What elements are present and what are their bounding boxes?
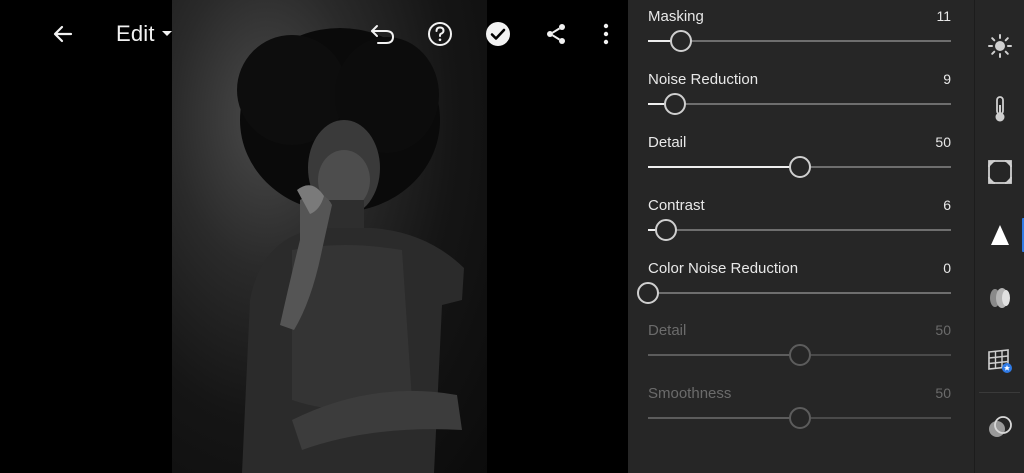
slider-thumb: [788, 407, 811, 429]
optics-icon: [990, 288, 1010, 308]
detail-icon: [991, 225, 1009, 245]
slider-thumb[interactable]: [670, 30, 693, 52]
slider-thumb[interactable]: [664, 93, 687, 115]
slider-value: 50: [935, 385, 951, 401]
slider-value[interactable]: 50: [935, 134, 951, 150]
slider-value[interactable]: 6: [943, 197, 951, 213]
more-vertical-icon: [603, 23, 609, 45]
tool-geometry[interactable]: [975, 336, 1024, 386]
slider-fill: [648, 354, 800, 356]
slider-label: Noise Reduction: [648, 71, 759, 88]
presets-icon: [989, 416, 1012, 437]
effects-icon: [988, 160, 1012, 184]
slider-label: Color Noise Reduction: [648, 260, 799, 277]
toolstrip-divider: [979, 392, 1020, 393]
share-button[interactable]: [540, 18, 572, 50]
edited-photo[interactable]: [172, 0, 487, 473]
slider-fill: [648, 417, 800, 419]
slider-smoothness: Smoothness 50: [648, 377, 951, 437]
slider-noise-reduction: Noise Reduction 9: [648, 63, 951, 123]
slider-track: [648, 344, 951, 366]
help-circle-icon: [428, 22, 452, 46]
slider-thumb[interactable]: [655, 219, 678, 241]
slider-fill: [648, 166, 800, 168]
slider-value: 50: [935, 322, 951, 338]
tool-light[interactable]: [975, 21, 1024, 71]
slider-thumb: [788, 344, 811, 366]
geometry-icon: [988, 349, 1012, 373]
slider-track[interactable]: [648, 219, 951, 241]
slider-color-noise-reduction: Color Noise Reduction 0: [637, 252, 951, 312]
undo-button[interactable]: [366, 18, 398, 50]
slider-label: Detail: [648, 322, 687, 339]
more-options-button[interactable]: [590, 18, 622, 50]
edit-mode-label: Edit: [116, 21, 155, 46]
tool-optics[interactable]: [975, 273, 1024, 323]
slider-label: Masking: [648, 8, 704, 25]
slider-label: Detail: [648, 134, 687, 151]
slider-thumb[interactable]: [637, 282, 659, 304]
tool-color[interactable]: [975, 84, 1024, 134]
arrow-left-icon: [53, 25, 73, 43]
slider-track[interactable]: [648, 156, 951, 178]
back-button[interactable]: [47, 18, 79, 50]
caret-down-icon: [161, 31, 172, 36]
slider-detail: Detail 50: [648, 126, 951, 186]
slider-contrast: Contrast 6: [648, 189, 951, 249]
slider-label: Smoothness: [648, 385, 732, 402]
tool-presets[interactable]: [975, 402, 1024, 452]
tool-detail[interactable]: [975, 210, 1024, 260]
undo-icon: [371, 25, 395, 44]
share-icon: [547, 24, 565, 44]
slider-value[interactable]: 9: [943, 71, 951, 87]
detail-adjustments-panel: Masking 11 Noise Reduction 9 Detail 50 C…: [628, 0, 974, 473]
edit-mode-dropdown[interactable]: Edit: [116, 20, 173, 48]
slider-track[interactable]: [648, 30, 951, 52]
slider-track[interactable]: [637, 282, 951, 304]
color-temperature-icon: [995, 96, 1005, 122]
slider-thumb[interactable]: [788, 156, 811, 178]
edit-tools-strip: [974, 0, 1024, 473]
check-circle-icon: [486, 22, 510, 46]
slider-label: Contrast: [648, 197, 705, 214]
slider-value[interactable]: 0: [943, 260, 951, 276]
slider-value[interactable]: 11: [936, 8, 951, 24]
slider-masking: Masking 11: [648, 0, 951, 60]
slider-color-detail: Detail 50: [648, 314, 951, 374]
light-icon: [988, 34, 1012, 58]
photo-canvas[interactable]: Edit: [0, 0, 628, 473]
tool-effects[interactable]: [975, 147, 1024, 197]
done-button[interactable]: [482, 18, 514, 50]
help-button[interactable]: [424, 18, 456, 50]
slider-track[interactable]: [648, 93, 951, 115]
slider-track: [648, 407, 951, 429]
